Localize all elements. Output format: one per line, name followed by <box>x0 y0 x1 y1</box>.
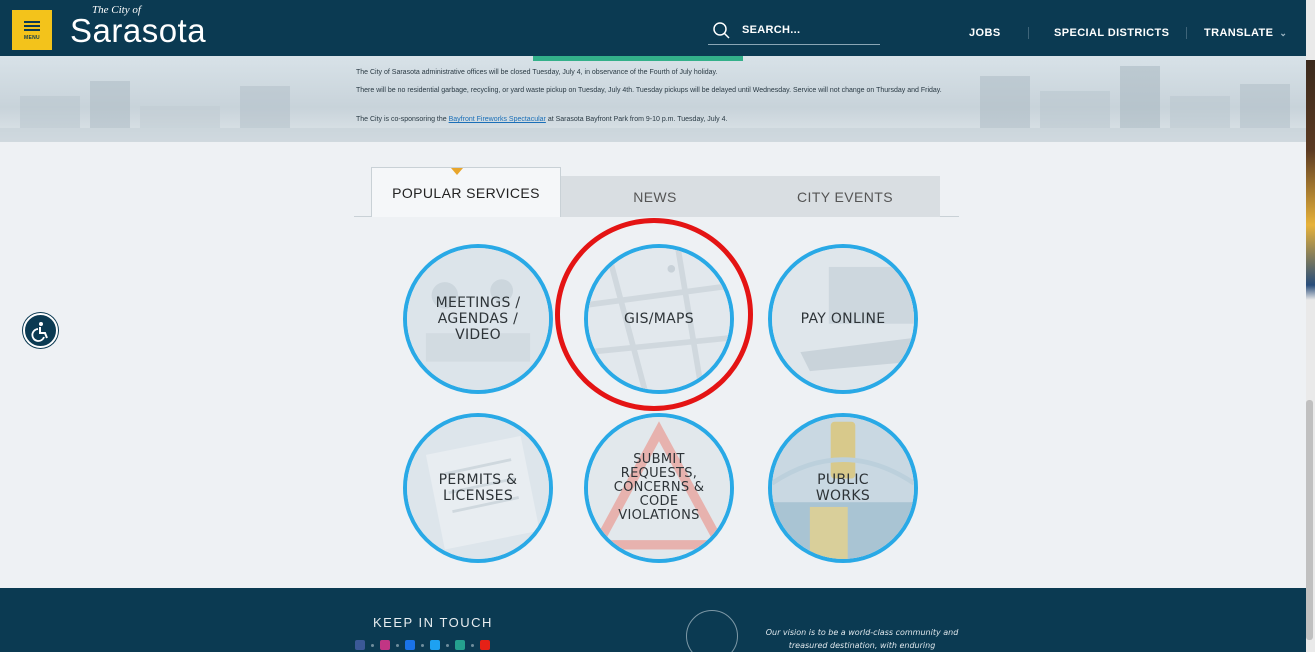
adjacent-window-edge <box>1306 60 1315 360</box>
site-footer: KEEP IN TOUCH Our vision is to be a worl… <box>0 588 1306 652</box>
wheelchair-icon <box>31 321 48 342</box>
separator-dot <box>371 643 374 647</box>
service-permits-licenses[interactable]: PERMITS & LICENSES <box>403 413 553 563</box>
search-label: SEARCH... <box>742 24 801 36</box>
search-field[interactable]: SEARCH... <box>708 19 880 45</box>
service-public-works[interactable]: PUBLIC WORKS <box>768 413 918 563</box>
social-links <box>355 640 490 650</box>
scrollbar-thumb[interactable] <box>1306 400 1313 640</box>
search-icon <box>713 22 730 39</box>
facebook-icon[interactable] <box>355 640 365 650</box>
twitter-icon[interactable] <box>430 640 440 650</box>
youtube-icon[interactable] <box>480 640 490 650</box>
separator-dot <box>421 643 424 647</box>
separator-dot <box>396 643 399 647</box>
hamburger-icon <box>24 19 40 33</box>
nav-special-districts[interactable]: SPECIAL DISTRICTS <box>1054 27 1169 39</box>
banner-accent <box>533 56 743 61</box>
notice-fireworks: The City is co-sponsoring the Bayfront F… <box>356 115 966 124</box>
tab-popular-services[interactable]: POPULAR SERVICES <box>371 167 561 217</box>
nextdoor-icon[interactable] <box>455 640 465 650</box>
service-submit-requests[interactable]: SUBMIT REQUESTS, CONCERNS & CODE VIOLATI… <box>584 413 734 563</box>
service-gis-maps[interactable]: GIS/MAPS <box>584 244 734 394</box>
site-header: MENU The City of Sarasota SEARCH... JOBS… <box>0 0 1306 56</box>
tab-news[interactable]: NEWS <box>560 176 750 217</box>
nav-divider <box>1186 27 1187 39</box>
service-label: PAY ONLINE <box>800 311 886 327</box>
instagram-icon[interactable] <box>380 640 390 650</box>
service-label: SUBMIT REQUESTS, CONCERNS & CODE VIOLATI… <box>613 452 705 523</box>
notice-fireworks-pre: The City is co-sponsoring the <box>356 116 449 123</box>
service-pay-online[interactable]: PAY ONLINE <box>768 244 918 394</box>
notice-offices-closed: The City of Sarasota administrative offi… <box>356 69 718 76</box>
fireworks-link[interactable]: Bayfront Fireworks Spectacular <box>449 116 546 123</box>
nav-divider <box>1028 27 1029 39</box>
logo-big-text: Sarasota <box>70 12 207 49</box>
tab-city-events[interactable]: CITY EVENTS <box>750 176 940 217</box>
nav-translate[interactable]: TRANSLATE ⌄ <box>1204 27 1287 39</box>
keep-in-touch-heading: KEEP IN TOUCH <box>373 615 493 630</box>
notice-garbage-pickup: There will be no residential garbage, re… <box>356 87 942 94</box>
service-label: GIS/MAPS <box>624 311 694 327</box>
menu-label: MENU <box>24 35 40 41</box>
service-label: MEETINGS / AGENDAS / VIDEO <box>435 295 521 343</box>
email-icon[interactable] <box>405 640 415 650</box>
accessibility-button[interactable] <box>23 313 58 348</box>
city-seal-logo <box>686 610 738 652</box>
service-label: PERMITS & LICENSES <box>438 472 518 504</box>
translate-label: TRANSLATE <box>1204 27 1274 39</box>
vision-statement: Our vision is to be a world-class commun… <box>765 628 959 650</box>
chevron-down-icon: ⌄ <box>1279 28 1288 38</box>
service-label: PUBLIC WORKS <box>815 472 871 504</box>
nav-jobs[interactable]: JOBS <box>969 27 1001 39</box>
alert-banner: The City of Sarasota administrative offi… <box>0 56 1306 142</box>
menu-button[interactable]: MENU <box>12 10 52 50</box>
notice-fireworks-post: at Sarasota Bayfront Park from 9-10 p.m.… <box>545 116 728 123</box>
service-meetings-agendas-video[interactable]: MEETINGS / AGENDAS / VIDEO <box>403 244 553 394</box>
separator-dot <box>471 643 474 647</box>
active-tab-indicator <box>451 168 463 175</box>
separator-dot <box>446 643 449 647</box>
